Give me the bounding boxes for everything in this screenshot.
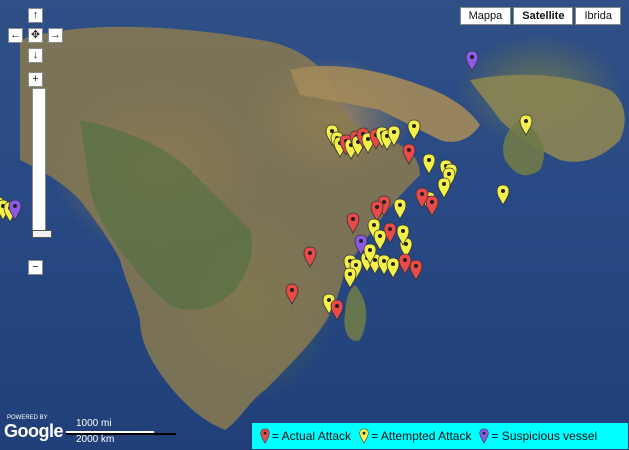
zoom-slider-handle[interactable]	[32, 230, 52, 238]
google-attribution: POWERED BY Google	[4, 415, 64, 442]
legend-actual-label: = Actual Attack	[272, 429, 352, 443]
map-scale: 1000 mi 2000 km	[66, 418, 176, 446]
map-type-ibrida-button[interactable]: Ibrida	[575, 7, 621, 25]
actual-attack-marker[interactable]	[402, 143, 416, 166]
legend-attempted-label: = Attempted Attack	[371, 429, 472, 443]
attempted-attack-marker[interactable]	[363, 243, 377, 265]
attempted-attack-marker[interactable]	[393, 198, 407, 220]
scale-label-imperial: 1000 mi	[76, 418, 112, 429]
map-type-mappa-button[interactable]: Mappa	[459, 7, 512, 25]
arrow-up-icon[interactable]: ↑	[28, 8, 43, 23]
attempted-attack-marker[interactable]	[437, 177, 451, 199]
attempted-attack-marker[interactable]	[396, 224, 410, 246]
actual-attack-marker[interactable]	[409, 259, 423, 281]
map-type-selector: Mappa Satellite Ibrida	[459, 7, 621, 25]
legend-suspicious-vessel: = Suspicious vessel	[479, 427, 597, 445]
legend-actual-attack: = Actual Attack	[260, 427, 351, 445]
map-type-satellite-button[interactable]: Satellite	[513, 7, 574, 25]
red-pin-icon	[260, 428, 270, 444]
actual-attack-marker[interactable]	[285, 283, 299, 305]
attempted-attack-marker[interactable]	[422, 153, 436, 175]
attempted-attack-marker[interactable]	[407, 119, 421, 141]
arrow-right-icon[interactable]: →	[48, 28, 63, 43]
arrow-down-icon[interactable]: ↓	[28, 48, 43, 63]
suspicious-attack-marker[interactable]	[465, 50, 479, 73]
purple-pin-icon	[479, 428, 490, 444]
zoom-in-button[interactable]: +	[28, 72, 43, 87]
attempted-attack-marker[interactable]	[496, 184, 510, 206]
attempted-attack-marker[interactable]	[387, 125, 401, 147]
legend-suspicious-label: = Suspicious vessel	[491, 429, 598, 443]
actual-attack-marker[interactable]	[303, 246, 317, 268]
scale-label-metric: 2000 km	[76, 434, 115, 445]
yellow-pin-icon	[359, 428, 369, 444]
map-legend: = Actual Attack = Attempted Attack = Sus…	[252, 423, 628, 449]
zoom-slider-track[interactable]	[32, 88, 46, 238]
actual-attack-marker[interactable]	[330, 299, 344, 322]
actual-attack-marker[interactable]	[415, 187, 429, 209]
attempted-attack-marker[interactable]	[519, 114, 533, 136]
actual-attack-marker[interactable]	[346, 212, 360, 235]
landmass-layer	[20, 26, 625, 430]
legend-attempted-attack: = Attempted Attack	[359, 427, 471, 445]
arrow-left-icon[interactable]: ←	[8, 28, 23, 43]
suspicious-attack-marker[interactable]	[8, 199, 22, 221]
attempted-attack-marker[interactable]	[343, 267, 357, 289]
map-canvas[interactable]: ↑ ← ✥ → ↓ + − Mappa Satellite Ibrida POW…	[0, 0, 629, 450]
google-logo[interactable]: Google	[4, 421, 64, 441]
zoom-out-button[interactable]: −	[28, 260, 43, 275]
pan-center-icon[interactable]: ✥	[28, 28, 43, 43]
